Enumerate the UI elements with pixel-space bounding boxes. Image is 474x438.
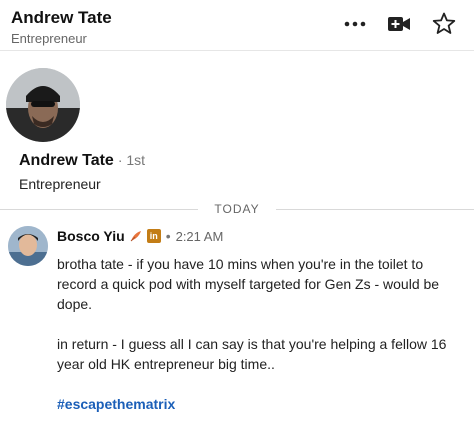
time-separator: •	[165, 228, 171, 244]
header-contact-name[interactable]: Andrew Tate	[11, 8, 112, 28]
message-body: brotha tate - if you have 10 mins when y…	[57, 254, 457, 414]
profile-name[interactable]: Andrew Tate · 1st	[19, 152, 145, 170]
more-icon[interactable]	[344, 21, 366, 27]
conversation-header: Andrew Tate Entrepreneur	[0, 0, 474, 51]
sender-name[interactable]: Bosco Yiu	[57, 228, 125, 244]
profile-name-text: Andrew Tate	[19, 152, 114, 169]
message-paragraph: in return - I guess all I can say is tha…	[57, 336, 447, 372]
header-actions	[344, 12, 456, 35]
hashtag-link[interactable]: #escapethematrix	[57, 394, 457, 414]
message-header: Bosco Yiu in • 2:21 AM	[57, 228, 223, 244]
date-divider: TODAY	[0, 202, 474, 216]
message-paragraph: brotha tate - if you have 10 mins when y…	[57, 256, 440, 312]
linkedin-premium-icon: in	[146, 229, 161, 243]
message-time: 2:21 AM	[175, 228, 224, 244]
profile-avatar[interactable]	[6, 68, 80, 142]
quill-icon	[129, 229, 143, 243]
date-divider-label: TODAY	[206, 202, 268, 216]
connection-degree: · 1st	[117, 152, 146, 168]
profile-headline: Entrepreneur	[19, 176, 101, 192]
star-icon[interactable]	[432, 12, 456, 35]
header-contact-headline: Entrepreneur	[11, 31, 87, 46]
video-call-icon[interactable]	[388, 15, 410, 33]
sender-avatar[interactable]	[8, 226, 48, 266]
